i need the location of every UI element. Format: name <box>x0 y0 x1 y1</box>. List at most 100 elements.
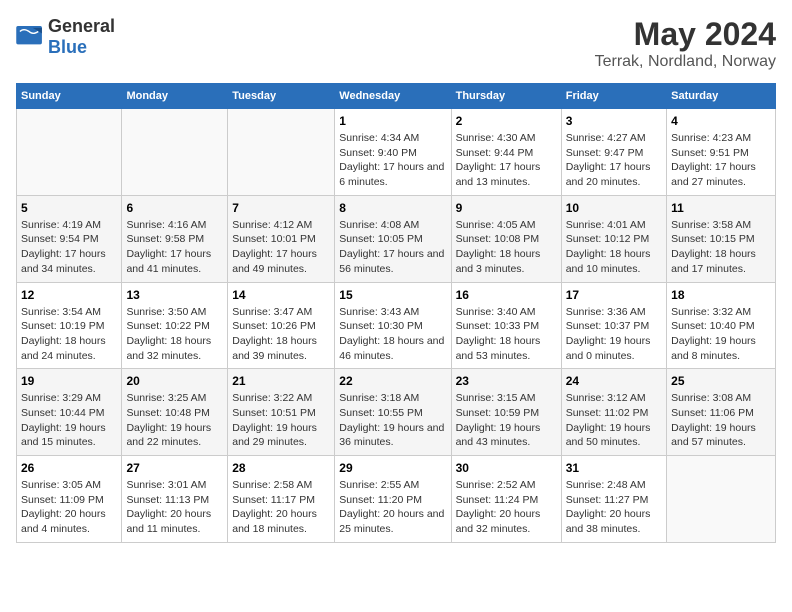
calendar-body: 1 Sunrise: 4:34 AM Sunset: 9:40 PM Daylig… <box>17 109 776 543</box>
day-cell: 14 Sunrise: 3:47 AM Sunset: 10:26 PM Dayl… <box>228 282 335 369</box>
day-cell: 29 Sunrise: 2:55 AM Sunset: 11:20 PM Dayl… <box>335 456 451 543</box>
calendar-table: SundayMondayTuesdayWednesdayThursdayFrid… <box>16 83 776 543</box>
day-cell: 22 Sunrise: 3:18 AM Sunset: 10:55 PM Dayl… <box>335 369 451 456</box>
day-cell: 6Sunrise: 4:16 AM Sunset: 9:58 PM Daylig… <box>122 195 228 282</box>
day-detail: Sunrise: 2:58 AM Sunset: 11:17 PM Daylig… <box>232 478 330 537</box>
day-number: 24 <box>566 374 662 388</box>
day-detail: Sunrise: 4:19 AM Sunset: 9:54 PM Dayligh… <box>21 218 117 277</box>
day-detail: Sunrise: 3:22 AM Sunset: 10:51 PM Daylig… <box>232 391 330 450</box>
weekday-header: Tuesday <box>228 84 335 109</box>
day-detail: Sunrise: 4:08 AM Sunset: 10:05 PM Daylig… <box>339 218 446 277</box>
day-number: 26 <box>21 461 117 475</box>
day-number: 1 <box>339 114 446 128</box>
day-detail: Sunrise: 4:27 AM Sunset: 9:47 PM Dayligh… <box>566 131 662 190</box>
day-cell: 13 Sunrise: 3:50 AM Sunset: 10:22 PM Dayl… <box>122 282 228 369</box>
day-cell: 8Sunrise: 4:08 AM Sunset: 10:05 PM Dayli… <box>335 195 451 282</box>
main-title: May 2024 <box>595 16 776 53</box>
day-number: 9 <box>456 201 557 215</box>
day-number: 30 <box>456 461 557 475</box>
day-cell: 28 Sunrise: 2:58 AM Sunset: 11:17 PM Dayl… <box>228 456 335 543</box>
day-number: 19 <box>21 374 117 388</box>
day-cell: 2 Sunrise: 4:30 AM Sunset: 9:44 PM Daylig… <box>451 109 561 196</box>
day-cell: 3 Sunrise: 4:27 AM Sunset: 9:47 PM Daylig… <box>561 109 666 196</box>
header-row: SundayMondayTuesdayWednesdayThursdayFrid… <box>17 84 776 109</box>
day-number: 29 <box>339 461 446 475</box>
day-detail: Sunrise: 3:32 AM Sunset: 10:40 PM Daylig… <box>671 305 771 364</box>
day-cell: 4 Sunrise: 4:23 AM Sunset: 9:51 PM Daylig… <box>667 109 776 196</box>
week-row: 5 Sunrise: 4:19 AM Sunset: 9:54 PM Daylig… <box>17 195 776 282</box>
day-detail: Sunrise: 3:18 AM Sunset: 10:55 PM Daylig… <box>339 391 446 450</box>
day-cell: 18 Sunrise: 3:32 AM Sunset: 10:40 PM Dayl… <box>667 282 776 369</box>
day-cell <box>667 456 776 543</box>
day-number: 10 <box>566 201 662 215</box>
day-detail: Sunrise: 3:40 AM Sunset: 10:33 PM Daylig… <box>456 305 557 364</box>
day-detail: Sunrise: 4:05 AM Sunset: 10:08 PM Daylig… <box>456 218 557 277</box>
weekday-header: Friday <box>561 84 666 109</box>
day-detail: Sunrise: 3:12 AM Sunset: 11:02 PM Daylig… <box>566 391 662 450</box>
day-detail: Sunrise: 4:23 AM Sunset: 9:51 PM Dayligh… <box>671 131 771 190</box>
day-number: 22 <box>339 374 446 388</box>
day-cell: 7Sunrise: 4:12 AM Sunset: 10:01 PM Dayli… <box>228 195 335 282</box>
day-detail: Sunrise: 3:05 AM Sunset: 11:09 PM Daylig… <box>21 478 117 537</box>
day-cell: 26 Sunrise: 3:05 AM Sunset: 11:09 PM Dayl… <box>17 456 122 543</box>
day-detail: Sunrise: 3:50 AM Sunset: 10:22 PM Daylig… <box>126 305 223 364</box>
day-detail: Sunrise: 4:30 AM Sunset: 9:44 PM Dayligh… <box>456 131 557 190</box>
day-detail: Sunrise: 2:52 AM Sunset: 11:24 PM Daylig… <box>456 478 557 537</box>
logo-text: General Blue <box>48 16 115 58</box>
logo: General Blue <box>16 16 115 58</box>
day-detail: Sunrise: 3:36 AM Sunset: 10:37 PM Daylig… <box>566 305 662 364</box>
week-row: 26 Sunrise: 3:05 AM Sunset: 11:09 PM Dayl… <box>17 456 776 543</box>
day-cell <box>228 109 335 196</box>
day-cell: 21 Sunrise: 3:22 AM Sunset: 10:51 PM Dayl… <box>228 369 335 456</box>
day-cell: 31 Sunrise: 2:48 AM Sunset: 11:27 PM Dayl… <box>561 456 666 543</box>
day-number: 3 <box>566 114 662 128</box>
day-cell: 19 Sunrise: 3:29 AM Sunset: 10:44 PM Dayl… <box>17 369 122 456</box>
day-detail: Sunrise: 4:34 AM Sunset: 9:40 PM Dayligh… <box>339 131 446 190</box>
day-number: 11 <box>671 201 771 215</box>
day-number: 18 <box>671 288 771 302</box>
day-number: 5 <box>21 201 117 215</box>
day-cell: 10 Sunrise: 4:01 AM Sunset: 10:12 PM Dayl… <box>561 195 666 282</box>
day-detail: Sunrise: 4:01 AM Sunset: 10:12 PM Daylig… <box>566 218 662 277</box>
day-number: 25 <box>671 374 771 388</box>
weekday-header: Wednesday <box>335 84 451 109</box>
day-cell: 25 Sunrise: 3:08 AM Sunset: 11:06 PM Dayl… <box>667 369 776 456</box>
day-detail: Sunrise: 2:48 AM Sunset: 11:27 PM Daylig… <box>566 478 662 537</box>
day-detail: Sunrise: 3:58 AM Sunset: 10:15 PM Daylig… <box>671 218 771 277</box>
day-number: 6 <box>126 201 223 215</box>
day-number: 4 <box>671 114 771 128</box>
day-detail: Sunrise: 3:15 AM Sunset: 10:59 PM Daylig… <box>456 391 557 450</box>
day-number: 12 <box>21 288 117 302</box>
day-detail: Sunrise: 3:54 AM Sunset: 10:19 PM Daylig… <box>21 305 117 364</box>
day-cell: 12 Sunrise: 3:54 AM Sunset: 10:19 PM Dayl… <box>17 282 122 369</box>
day-cell: 1 Sunrise: 4:34 AM Sunset: 9:40 PM Daylig… <box>335 109 451 196</box>
day-number: 21 <box>232 374 330 388</box>
day-cell: 15Sunrise: 3:43 AM Sunset: 10:30 PM Dayl… <box>335 282 451 369</box>
day-cell: 16Sunrise: 3:40 AM Sunset: 10:33 PM Dayl… <box>451 282 561 369</box>
week-row: 12 Sunrise: 3:54 AM Sunset: 10:19 PM Dayl… <box>17 282 776 369</box>
logo-general: General <box>48 16 115 36</box>
weekday-header: Thursday <box>451 84 561 109</box>
day-detail: Sunrise: 3:29 AM Sunset: 10:44 PM Daylig… <box>21 391 117 450</box>
day-detail: Sunrise: 2:55 AM Sunset: 11:20 PM Daylig… <box>339 478 446 537</box>
day-number: 2 <box>456 114 557 128</box>
logo-icon <box>16 26 44 48</box>
day-cell: 20Sunrise: 3:25 AM Sunset: 10:48 PM Dayl… <box>122 369 228 456</box>
day-cell <box>122 109 228 196</box>
day-detail: Sunrise: 3:25 AM Sunset: 10:48 PM Daylig… <box>126 391 223 450</box>
day-detail: Sunrise: 4:12 AM Sunset: 10:01 PM Daylig… <box>232 218 330 277</box>
day-cell: 17Sunrise: 3:36 AM Sunset: 10:37 PM Dayl… <box>561 282 666 369</box>
day-number: 31 <box>566 461 662 475</box>
day-number: 14 <box>232 288 330 302</box>
subtitle: Terrak, Nordland, Norway <box>595 53 776 71</box>
weekday-header: Sunday <box>17 84 122 109</box>
day-number: 23 <box>456 374 557 388</box>
day-number: 13 <box>126 288 223 302</box>
day-detail: Sunrise: 3:47 AM Sunset: 10:26 PM Daylig… <box>232 305 330 364</box>
day-number: 27 <box>126 461 223 475</box>
weekday-header: Monday <box>122 84 228 109</box>
title-area: May 2024 Terrak, Nordland, Norway <box>595 16 776 71</box>
day-detail: Sunrise: 3:08 AM Sunset: 11:06 PM Daylig… <box>671 391 771 450</box>
day-cell: 11 Sunrise: 3:58 AM Sunset: 10:15 PM Dayl… <box>667 195 776 282</box>
day-number: 28 <box>232 461 330 475</box>
